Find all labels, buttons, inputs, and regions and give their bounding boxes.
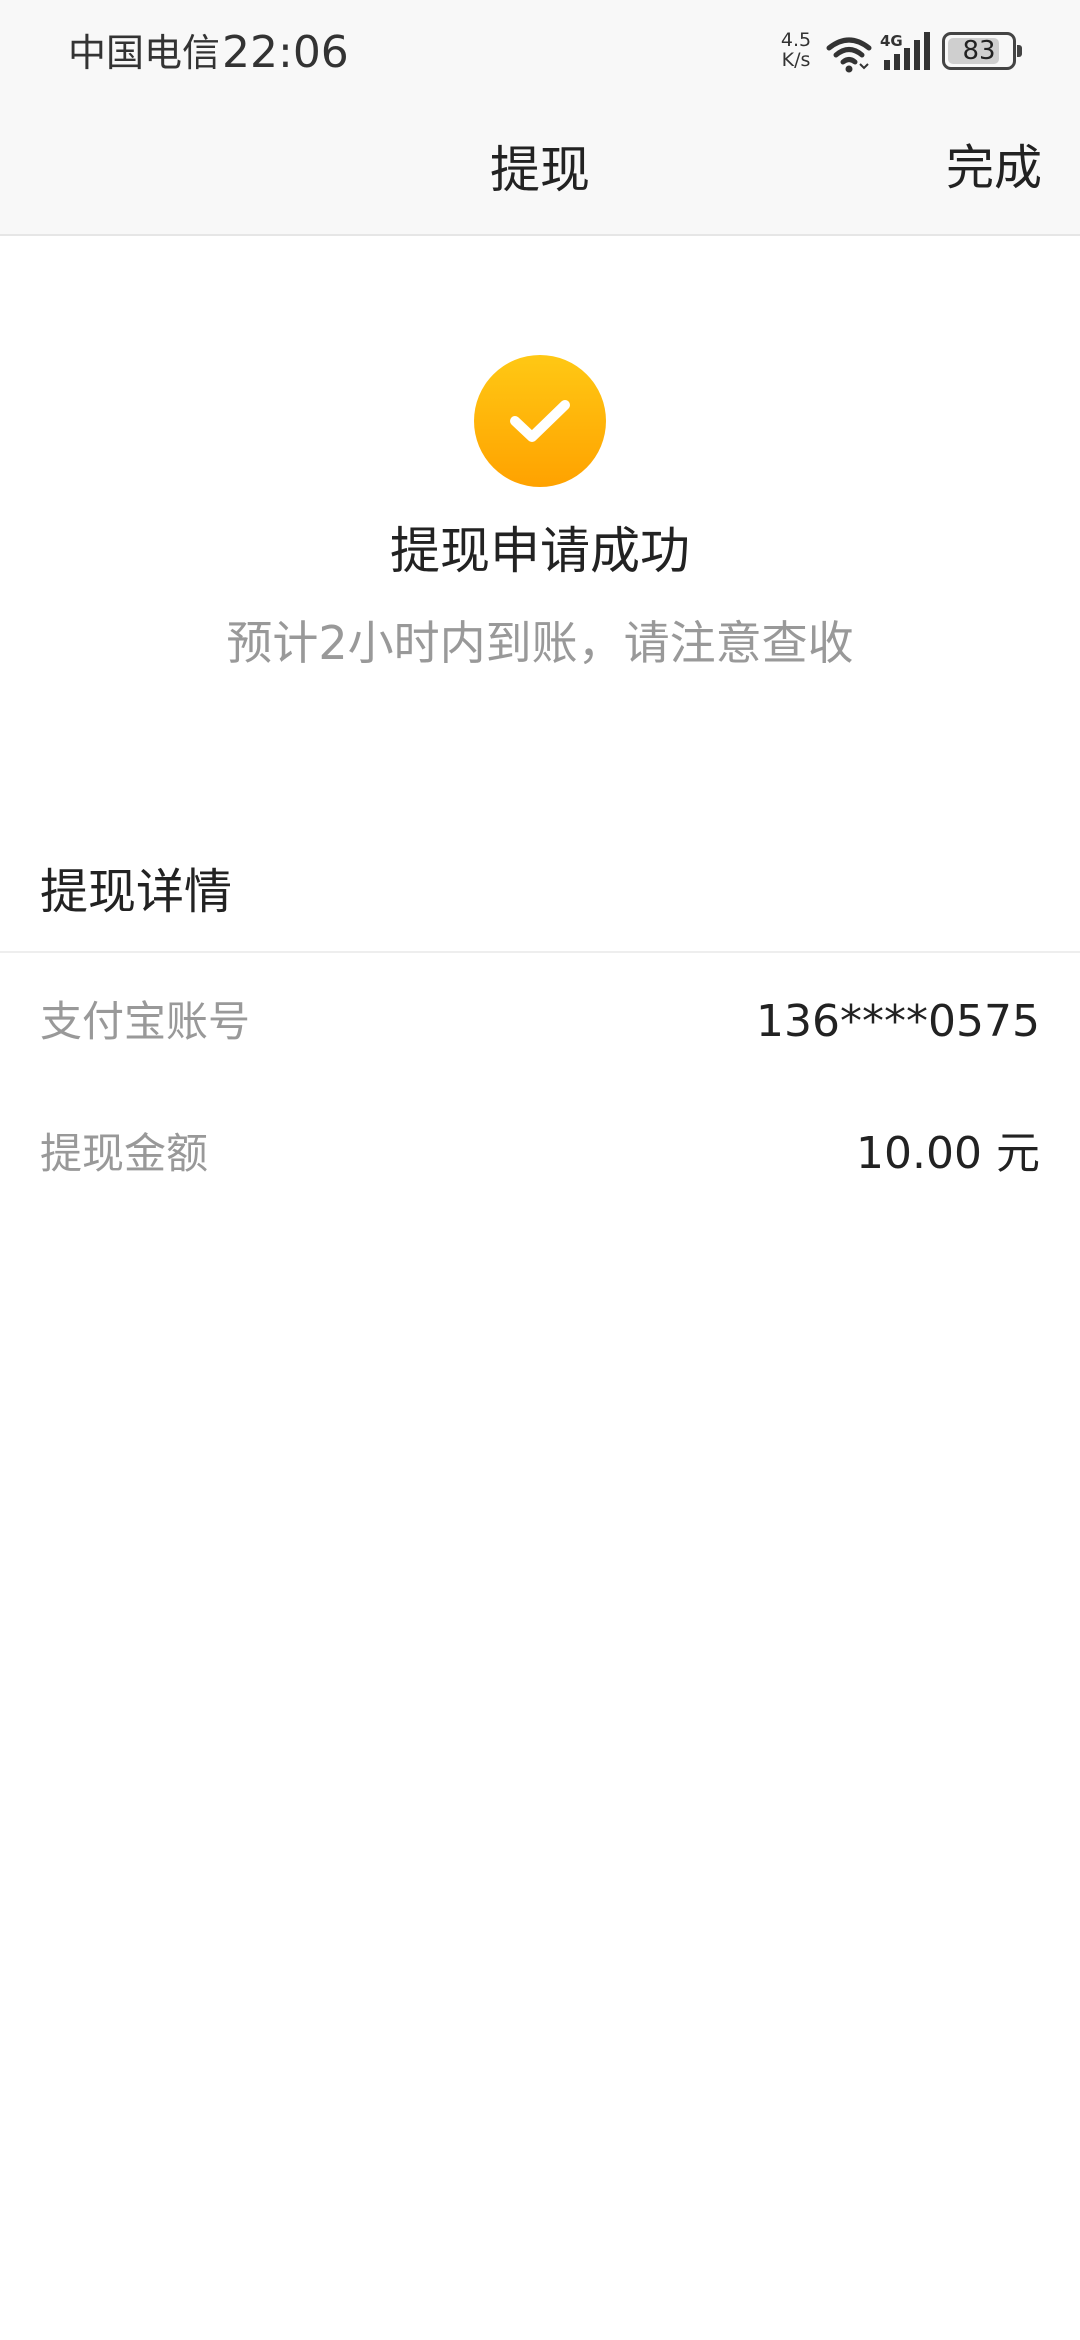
carrier-name: 中国电信 [68,31,221,75]
battery-level: 83 [962,36,996,66]
status-bar: 中国电信 22:06 4.5 K/s 4G 83 [0,0,1080,106]
net-speed-unit: K/s [781,49,811,71]
net-speed-value: 4.5 [780,29,812,51]
network-type-label: 4G [880,32,903,50]
detail-label: 提现金额 [40,1129,209,1178]
done-button[interactable]: 完成 [946,136,1042,200]
details-divider [0,951,1080,953]
detail-row-alipay-account: 支付宝账号 136****0575 [40,990,1040,1054]
check-circle-icon [474,355,606,487]
top-area: 中国电信 22:06 4.5 K/s 4G 83 提现 完成 [0,0,1080,236]
detail-value: 10.00 元 [856,1128,1040,1179]
success-title: 提现申请成功 [390,522,690,580]
page-title: 提现 [490,141,590,199]
net-speed: 4.5 K/s [776,30,816,70]
battery-indicator: 83 [942,32,1022,70]
details-header: 提现详情 [40,864,233,920]
detail-label: 支付宝账号 [40,997,251,1046]
checkmark-icon [510,400,570,442]
wifi-icon [826,37,872,73]
detail-row-withdraw-amount: 提现金额 10.00 元 [40,1122,1040,1186]
navigation-bar: 提现 完成 [0,106,1080,234]
signal-icon: 4G [880,32,930,70]
status-time: 22:06 [222,27,349,78]
success-subtitle: 预计2小时内到账，请注意查收 [226,616,854,670]
detail-value: 136****0575 [756,996,1040,1047]
